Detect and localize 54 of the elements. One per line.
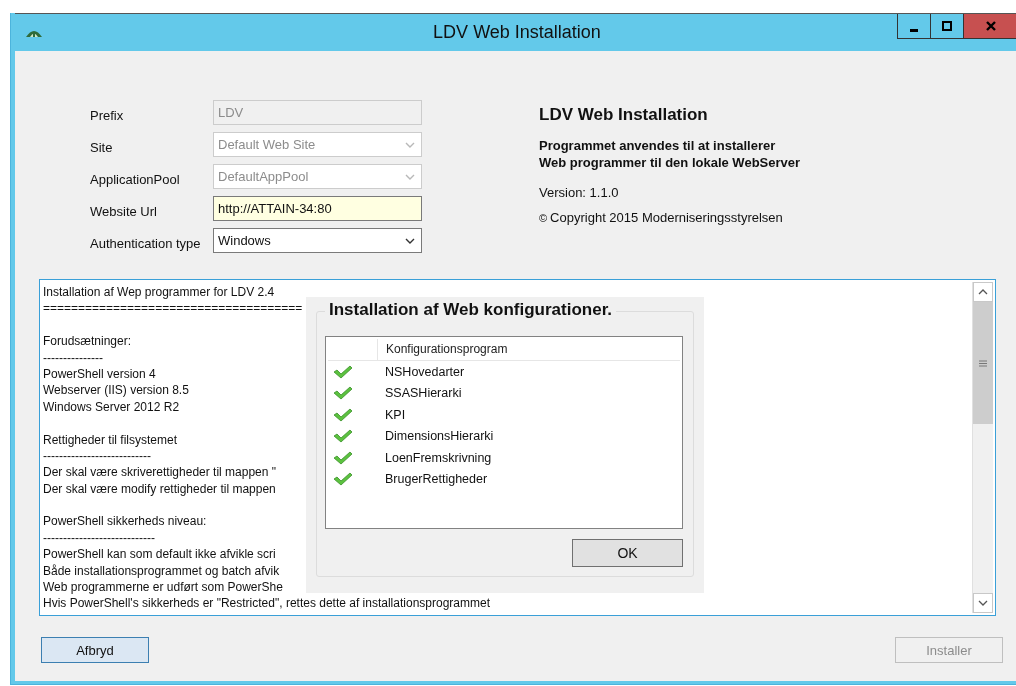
field-label: ApplicationPool bbox=[90, 172, 181, 189]
log-line: Der skal være skriverettigheder til mappen " bbox=[43, 464, 276, 481]
list-item[interactable]: KPI bbox=[378, 407, 406, 422]
minimize-icon bbox=[910, 29, 918, 32]
chevron-icon bbox=[405, 173, 415, 180]
app-heading: LDV Web Installation bbox=[539, 105, 709, 125]
log-line: Både installationsprogrammet og batch afvik bbox=[43, 562, 280, 580]
log-line: PowerShell version 4 bbox=[43, 365, 156, 383]
log-textbox[interactable] bbox=[39, 279, 996, 616]
copyright-text: Copyright 2015 Moderniseringsstyrelsen bbox=[550, 210, 783, 225]
ok-button[interactable]: OK bbox=[572, 539, 683, 567]
list-item[interactable]: BrugerRettigheder bbox=[378, 472, 488, 487]
column-header: Konfigurationsprogram bbox=[385, 341, 509, 358]
list-item[interactable]: SSASHierarki bbox=[378, 386, 462, 401]
field-label: Prefix bbox=[90, 108, 125, 125]
version-text: Version: 1.1.0 bbox=[539, 185, 620, 200]
close-icon bbox=[985, 20, 997, 32]
log-line: Installation af Wep programmer for LDV 2.4 bbox=[43, 284, 275, 301]
list-item[interactable]: DimensionsHierarki bbox=[378, 429, 494, 444]
log-line: --------------------------- bbox=[43, 447, 151, 465]
chevron-icon bbox=[405, 237, 415, 244]
log-line: Windows Server 2012 R2 bbox=[43, 398, 180, 416]
log-line: --------------- bbox=[43, 349, 103, 366]
log-line: PowerShell sikkerheds niveau: bbox=[43, 513, 207, 530]
description-text: Web programmer til den lokale WebServer bbox=[539, 154, 801, 171]
dialog-title: Installation af Web konfigurationer. bbox=[325, 300, 617, 320]
dropdown-field[interactable]: Windows bbox=[213, 228, 422, 253]
description-text: Programmet anvendes til at installerer bbox=[539, 137, 777, 154]
close-button[interactable] bbox=[963, 14, 1016, 39]
chevron-icon bbox=[405, 141, 415, 148]
cancel-button[interactable]: Afbryd bbox=[41, 637, 149, 663]
log-line: Der skal være modify rettigheder til mappen bbox=[43, 480, 276, 498]
scrollbar-thumb[interactable] bbox=[973, 302, 993, 424]
log-line: Webserver (IIS) version 8.5 bbox=[43, 382, 189, 399]
list-item[interactable]: LoenFremskrivning bbox=[378, 450, 492, 465]
log-line: PowerShell kan som default ikke afvikle scri bbox=[43, 546, 276, 563]
scrollbar[interactable] bbox=[972, 282, 993, 613]
log-line: Rettigheder til filsystemet bbox=[43, 431, 178, 448]
scroll-up-icon bbox=[978, 289, 988, 295]
field-label: Site bbox=[90, 140, 114, 157]
list-item[interactable]: NSHovedarter bbox=[378, 364, 465, 379]
log-line: ===================================== bbox=[43, 300, 303, 317]
field-label: Authentication type bbox=[90, 236, 202, 253]
field-label: Website Url bbox=[90, 204, 158, 221]
window-title: LDV Web Installation bbox=[433, 22, 601, 43]
copyright-icon: © bbox=[539, 211, 548, 224]
scroll-down-icon bbox=[978, 600, 988, 606]
log-line: Hvis PowerShell's sikkerheds er "Restricted", rettes dette af installationsprogrammet bbox=[43, 595, 490, 612]
maximize-icon bbox=[941, 20, 953, 32]
log-line: Forudsætninger: bbox=[43, 333, 132, 350]
log-line: Web programmerne er udført som PowerShe bbox=[43, 579, 283, 596]
minimize-button[interactable] bbox=[897, 14, 931, 39]
log-line: ---------------------------- bbox=[43, 529, 155, 547]
input-field[interactable]: http://ATTAIN-34:80 bbox=[213, 196, 422, 221]
